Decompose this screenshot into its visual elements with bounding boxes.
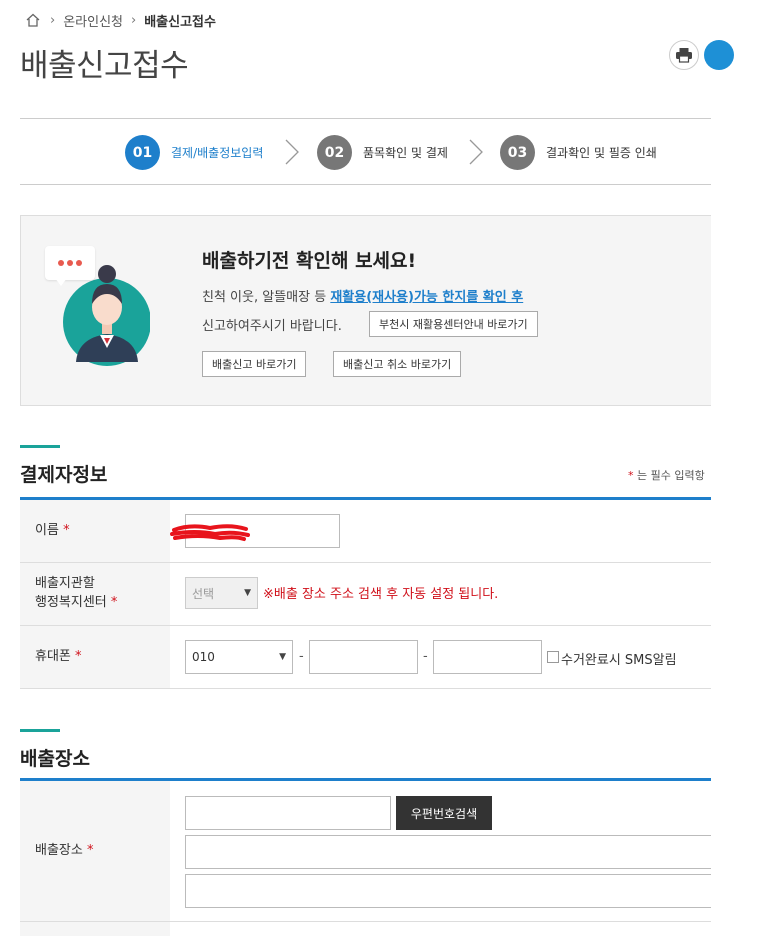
sms-label[interactable]: 수거완료시 SMS알림 (561, 649, 677, 668)
share-button[interactable] (704, 40, 734, 70)
center-auto-note: ※배출 장소 주소 검색 후 자동 설정 됩니다. (263, 587, 499, 602)
cancel-report-button[interactable]: 배출신고 취소 바로가기 (333, 351, 462, 377)
phone-prefix-select[interactable]: 010 ▼ (185, 640, 293, 674)
step-number: 02 (317, 135, 352, 170)
form-row-location: 배출장소 * 우편번호검색 (20, 781, 711, 922)
step-label: 결제/배출정보입력 (171, 146, 264, 160)
speech-bubble-icon (45, 246, 95, 280)
caret-down-icon: ▼ (244, 588, 251, 598)
location-label: 배출장소 (35, 842, 83, 858)
page-title: 배출신고접수 (20, 48, 189, 84)
required-note-text: 는 필수 입력항 (633, 469, 705, 482)
zipcode-search-button[interactable]: 우편번호검색 (396, 796, 492, 830)
recycle-check-link[interactable]: 재활용(재사용)가능 한지를 확인 후 (330, 290, 523, 305)
phone-label: 휴대폰 (35, 648, 71, 664)
phone-middle-input[interactable] (309, 640, 418, 674)
step-1: 01 결제/배출정보입력 (125, 135, 263, 170)
name-label: 이름 (35, 522, 59, 538)
breadcrumb-item-online[interactable]: 온라인신청 (63, 11, 123, 30)
print-button[interactable] (669, 40, 699, 70)
field-label-location: 배출장소 * (20, 781, 170, 921)
form-row-center: 배출지관할 행정복지센터 * 선택 ▼ ※배출 장소 주소 검색 후 자동 설정… (20, 563, 711, 626)
required-star: * (75, 648, 82, 664)
section-accent-bar (20, 729, 60, 732)
step-label: 품목확인 및 결제 (363, 146, 448, 160)
go-report-button[interactable]: 배출신고 바로가기 (202, 351, 307, 377)
section-title-payer: 결제자정보 (20, 464, 108, 486)
caret-down-icon: ▼ (279, 652, 286, 662)
chevron-right-icon: › (131, 12, 137, 28)
section-title-location: 배출장소 (20, 748, 90, 770)
chevron-right-icon (469, 139, 483, 165)
address-detail-input[interactable] (185, 874, 711, 908)
step-label: 결과확인 및 필증 인쇄 (546, 146, 657, 160)
center-label-line1: 배출지관할 (35, 576, 95, 592)
field-label-center: 배출지관할 행정복지센터 * (20, 563, 170, 625)
step-3: 03 결과확인 및 필증 인쇄 (500, 135, 657, 170)
required-star: * (63, 522, 70, 538)
notice-line-1-text: 친척 이웃, 알뜰매장 등 (202, 290, 331, 305)
sms-checkbox[interactable] (547, 651, 559, 663)
notice-title: 배출하기전 확인해 보세요! (202, 250, 417, 272)
chevron-right-icon (285, 139, 299, 165)
chevron-right-icon: › (50, 12, 56, 28)
form-row-phone: 휴대폰 * 010 ▼ - - 수거완료시 SMS알림 (20, 626, 711, 689)
required-note: * 는 필수 입력항 (628, 467, 705, 483)
breadcrumb: › 온라인신청 › 배출신고접수 (24, 10, 216, 30)
notice-line-2: 신고하여주시기 바랍니다. (202, 319, 342, 334)
step-number: 01 (125, 135, 160, 170)
notice-line-1: 친척 이웃, 알뜰매장 등 재활용(재사용)가능 한지를 확인 후 (202, 286, 523, 305)
form-row-next (20, 922, 711, 936)
center-select[interactable]: 선택 ▼ (185, 577, 258, 609)
field-label-next (20, 922, 170, 936)
address-input[interactable] (185, 835, 711, 869)
center-select-value: 선택 (192, 586, 215, 601)
form-row-name: 이름 * (20, 500, 711, 563)
notice-box: 배출하기전 확인해 보세요! 친척 이웃, 알뜰매장 등 재활용(재사용)가능 … (20, 215, 711, 406)
required-star: * (86, 842, 94, 858)
field-label-name: 이름 * (20, 500, 170, 562)
phone-last-input[interactable] (433, 640, 542, 674)
printer-icon (676, 48, 692, 63)
step-number: 03 (500, 135, 535, 170)
home-icon[interactable] (24, 11, 42, 29)
center-label-line2: 행정복지센터 (35, 595, 107, 610)
speech-bubble-tail (55, 278, 67, 286)
step-indicator: 01 결제/배출정보입력 02 품목확인 및 결제 03 결과확인 및 필증 인… (20, 118, 711, 185)
zipcode-input[interactable] (185, 796, 391, 830)
recycle-center-button[interactable]: 부천시 재활용센터안내 바로가기 (369, 311, 538, 337)
dash-separator: - (299, 649, 304, 664)
required-star: * (110, 595, 118, 610)
field-label-phone: 휴대폰 * (20, 626, 170, 688)
redaction-scribble (170, 524, 250, 541)
dash-separator: - (423, 649, 428, 664)
phone-prefix-value: 010 (192, 650, 215, 664)
breadcrumb-item-current: 배출신고접수 (144, 14, 216, 30)
step-2: 02 품목확인 및 결제 (317, 135, 448, 170)
page: › 온라인신청 › 배출신고접수 배출신고접수 01 결제/배출정보입력 02 … (0, 0, 760, 936)
section-accent-bar (20, 445, 60, 448)
